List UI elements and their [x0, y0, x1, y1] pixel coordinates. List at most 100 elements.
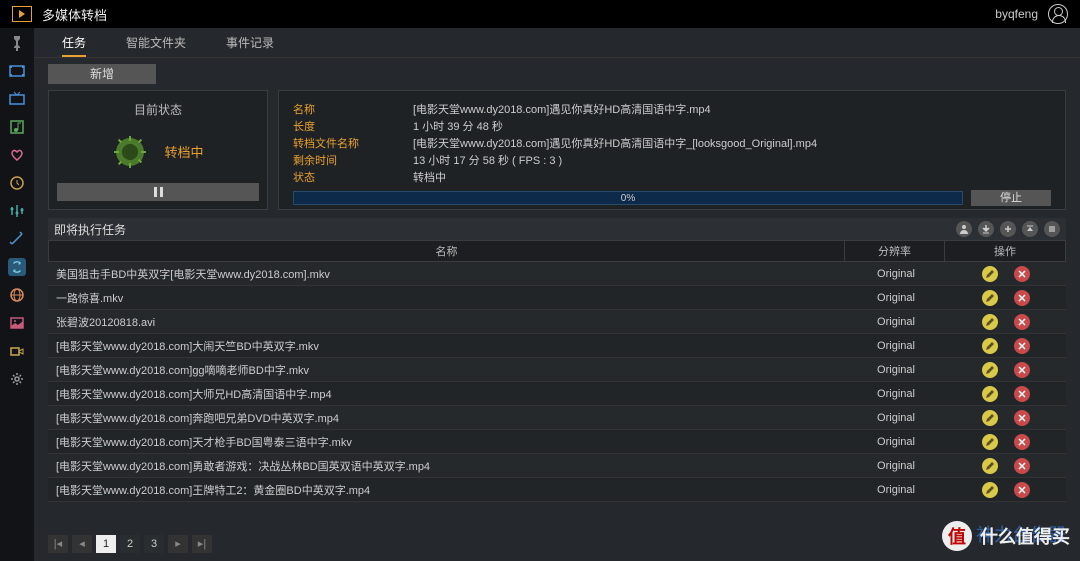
table-body: 美国狙击手BD中英双字[电影天堂www.dy2018.com].mkvOrigi…	[48, 262, 1066, 527]
page-number-button[interactable]: 1	[96, 535, 116, 553]
table-row[interactable]: [电影天堂www.dy2018.com]大闹天竺BD中英双字.mkvOrigin…	[48, 334, 1066, 358]
cell-operation	[946, 434, 1066, 450]
col-name: 名称	[49, 241, 845, 261]
detail-label: 名称	[293, 101, 413, 118]
table-row[interactable]: [电影天堂www.dy2018.com]天才枪手BD国粤泰三语中字.mkvOri…	[48, 430, 1066, 454]
delete-button[interactable]	[1014, 290, 1030, 306]
cell-operation	[946, 362, 1066, 378]
clock-icon[interactable]	[8, 174, 26, 192]
top-bar: 多媒体转档 byqfeng	[0, 0, 1080, 28]
cell-name: [电影天堂www.dy2018.com]奔跑吧兄弟DVD中英双字.mp4	[48, 410, 846, 426]
delete-button[interactable]	[1014, 434, 1030, 450]
pin-icon[interactable]	[8, 34, 26, 52]
delete-button[interactable]	[1014, 410, 1030, 426]
status-text: 转档中	[164, 142, 203, 161]
pause-button[interactable]	[57, 183, 259, 201]
cell-resolution: Original	[846, 364, 946, 376]
wand-icon[interactable]	[8, 230, 26, 248]
cell-name: [电影天堂www.dy2018.com]大师兄HD高清国语中字.mp4	[48, 386, 846, 402]
col-operation: 操作	[945, 241, 1065, 261]
app-title: 多媒体转档	[42, 5, 107, 24]
edit-button[interactable]	[982, 410, 998, 426]
cell-resolution: Original	[846, 268, 946, 280]
page-next-button[interactable]: ▸	[168, 535, 188, 553]
delete-button[interactable]	[1014, 386, 1030, 402]
table-row[interactable]: [电影天堂www.dy2018.com]大师兄HD高清国语中字.mp4Origi…	[48, 382, 1066, 406]
cell-resolution: Original	[846, 340, 946, 352]
film-icon[interactable]	[8, 62, 26, 80]
tab-tasks[interactable]: 任务	[62, 34, 86, 57]
table-row[interactable]: [电影天堂www.dy2018.com]勇敢者游戏：决战丛林BD国英双语中英双字…	[48, 454, 1066, 478]
edit-button[interactable]	[982, 386, 998, 402]
cell-operation	[946, 290, 1066, 306]
delete-button[interactable]	[1014, 458, 1030, 474]
detail-value: 13 小时 17 分 58 秒 ( FPS : 3 )	[413, 152, 562, 169]
page-last-button[interactable]: ▸|	[192, 535, 212, 553]
cell-operation	[946, 338, 1066, 354]
page-number-button[interactable]: 2	[120, 535, 140, 553]
cell-name: 美国狙击手BD中英双字[电影天堂www.dy2018.com].mkv	[48, 266, 846, 282]
delete-button[interactable]	[1014, 314, 1030, 330]
tab-event-log[interactable]: 事件记录	[226, 34, 274, 57]
tab-smart-folder[interactable]: 智能文件夹	[126, 34, 186, 57]
table-header: 名称 分辨率 操作	[48, 240, 1066, 262]
edit-button[interactable]	[982, 458, 998, 474]
settings-icon[interactable]	[8, 370, 26, 388]
table-row[interactable]: 美国狙击手BD中英双字[电影天堂www.dy2018.com].mkvOrigi…	[48, 262, 1066, 286]
equalizer-icon[interactable]	[8, 202, 26, 220]
status-panel-title: 目前状态	[49, 91, 267, 124]
recycle-icon[interactable]	[8, 258, 26, 276]
detail-row: 名称[电影天堂www.dy2018.com]遇见你真好HD高清国语中字.mp4	[293, 101, 1051, 118]
edit-button[interactable]	[982, 362, 998, 378]
tv-icon[interactable]	[8, 90, 26, 108]
queue-add-button[interactable]	[1000, 221, 1016, 237]
paginator: |◂ ◂ 123 ▸ ▸|	[48, 527, 1066, 561]
delete-button[interactable]	[1014, 482, 1030, 498]
cell-operation	[946, 458, 1066, 474]
cell-resolution: Original	[846, 412, 946, 424]
edit-button[interactable]	[982, 314, 998, 330]
edit-button[interactable]	[982, 266, 998, 282]
queue-user-button[interactable]	[956, 221, 972, 237]
queue-download-button[interactable]	[978, 221, 994, 237]
left-sidebar	[0, 28, 34, 561]
cell-operation	[946, 266, 1066, 282]
table-row[interactable]: [电影天堂www.dy2018.com]奔跑吧兄弟DVD中英双字.mp4Orig…	[48, 406, 1066, 430]
table-row[interactable]: 一路惊喜.mkvOriginal	[48, 286, 1066, 310]
stop-button[interactable]: 停止	[971, 190, 1051, 206]
delete-button[interactable]	[1014, 362, 1030, 378]
table-row[interactable]: [电影天堂www.dy2018.com]gg嘀嘀老师BD中字.mkvOrigin…	[48, 358, 1066, 382]
col-resolution: 分辨率	[845, 241, 945, 261]
delete-button[interactable]	[1014, 338, 1030, 354]
table-row[interactable]: [电影天堂www.dy2018.com]王牌特工2：黄金圈BD中英双字.mp4O…	[48, 478, 1066, 502]
table-row[interactable]: 张碧波20120818.aviOriginal	[48, 310, 1066, 334]
avatar-icon[interactable]	[1048, 4, 1068, 24]
edit-button[interactable]	[982, 482, 998, 498]
heart-icon[interactable]	[8, 146, 26, 164]
edit-button[interactable]	[982, 338, 998, 354]
page-prev-button[interactable]: ◂	[72, 535, 92, 553]
detail-value: 1 小时 39 分 48 秒	[413, 118, 503, 135]
cell-operation	[946, 410, 1066, 426]
page-number-button[interactable]: 3	[144, 535, 164, 553]
gallery-icon[interactable]	[8, 314, 26, 332]
status-panel: 目前状态 转档中	[48, 90, 268, 210]
queue-list-button[interactable]	[1044, 221, 1060, 237]
queue-title: 即将执行任务	[54, 221, 126, 238]
progress-bar: 0%	[293, 191, 963, 205]
app-logo-icon	[12, 6, 32, 22]
detail-value: [电影天堂www.dy2018.com]遇见你真好HD高清国语中字.mp4	[413, 101, 711, 118]
camera-icon[interactable]	[8, 342, 26, 360]
cell-name: [电影天堂www.dy2018.com]大闹天竺BD中英双字.mkv	[48, 338, 846, 354]
new-button[interactable]: 新增	[48, 64, 156, 84]
delete-button[interactable]	[1014, 266, 1030, 282]
edit-button[interactable]	[982, 290, 998, 306]
globe-icon[interactable]	[8, 286, 26, 304]
cell-operation	[946, 482, 1066, 498]
queue-move-top-button[interactable]	[1022, 221, 1038, 237]
page-first-button[interactable]: |◂	[48, 535, 68, 553]
username-label[interactable]: byqfeng	[995, 7, 1038, 21]
music-lib-icon[interactable]	[8, 118, 26, 136]
cell-name: 一路惊喜.mkv	[48, 290, 846, 306]
edit-button[interactable]	[982, 434, 998, 450]
